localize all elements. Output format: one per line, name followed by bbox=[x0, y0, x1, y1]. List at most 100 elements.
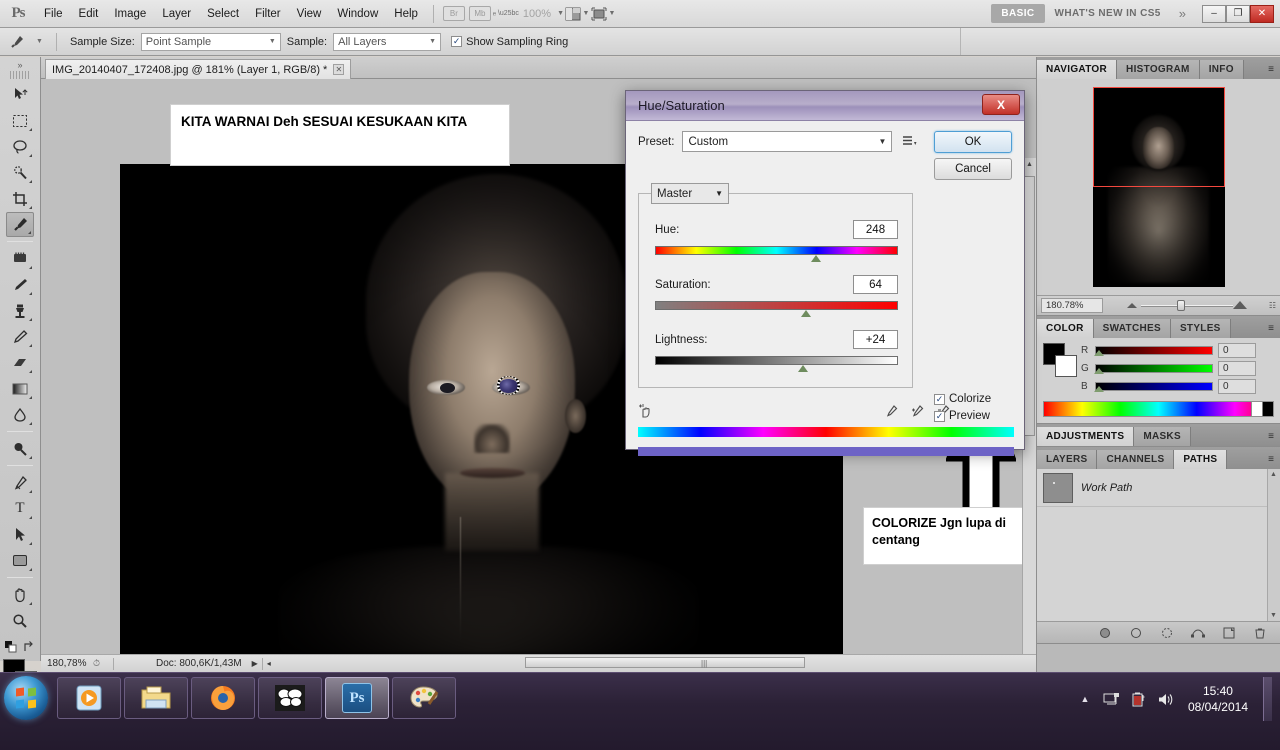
chevron-down-icon[interactable]: \u25bc bbox=[498, 10, 519, 17]
blur-tool[interactable] bbox=[6, 402, 34, 427]
new-path-icon[interactable] bbox=[1222, 626, 1236, 640]
lasso-tool[interactable] bbox=[6, 134, 34, 159]
shape-tool[interactable] bbox=[6, 548, 34, 573]
blue-slider-knob[interactable] bbox=[1094, 385, 1104, 392]
navigator-resize-grip[interactable]: ☷ bbox=[1269, 301, 1276, 310]
swap-colors-icon[interactable] bbox=[23, 641, 35, 653]
arrange-documents-icon[interactable]: ▼ bbox=[564, 4, 590, 24]
vertical-scroll-thumb[interactable] bbox=[1024, 176, 1035, 436]
tab-styles[interactable]: STYLES bbox=[1170, 319, 1231, 338]
scroll-down-icon[interactable]: ▼ bbox=[1270, 612, 1277, 619]
taskbar-photoshop[interactable]: Ps bbox=[325, 677, 389, 719]
navigator-zoom-slider[interactable] bbox=[1113, 298, 1259, 313]
history-brush-tool[interactable] bbox=[6, 324, 34, 349]
channel-select[interactable]: Master ▼ bbox=[651, 183, 729, 204]
zoom-tool[interactable] bbox=[6, 608, 34, 633]
marquee-tool[interactable] bbox=[6, 108, 34, 133]
preset-menu-icon[interactable] bbox=[900, 133, 918, 151]
colorize-checkbox[interactable]: ✓ Colorize bbox=[934, 393, 1016, 405]
lightness-slider-thumb[interactable] bbox=[798, 365, 809, 372]
workspace-more-icon[interactable]: » bbox=[1171, 6, 1194, 21]
toolbar-collapse-icon[interactable]: » bbox=[0, 59, 40, 71]
taskbar-imvu[interactable] bbox=[258, 677, 322, 719]
delete-path-icon[interactable] bbox=[1253, 626, 1267, 640]
eraser-tool[interactable] bbox=[6, 350, 34, 375]
green-slider-knob[interactable] bbox=[1094, 367, 1104, 374]
panel-menu-icon[interactable]: ≡ bbox=[1262, 450, 1280, 469]
scroll-up-icon[interactable]: ▲ bbox=[1024, 158, 1035, 171]
red-slider-knob[interactable] bbox=[1094, 349, 1104, 356]
tab-info[interactable]: INFO bbox=[1199, 60, 1244, 79]
hue-slider[interactable] bbox=[655, 246, 898, 262]
canvas-horizontal-scrollbar[interactable]: ||| bbox=[41, 654, 1036, 672]
current-tool-eyedropper-icon[interactable] bbox=[6, 32, 28, 52]
minimize-button[interactable]: – bbox=[1202, 4, 1226, 23]
tab-channels[interactable]: CHANNELS bbox=[1097, 450, 1175, 469]
menu-view[interactable]: View bbox=[289, 4, 330, 24]
volume-icon[interactable] bbox=[1157, 690, 1175, 708]
tab-paths[interactable]: PATHS bbox=[1174, 450, 1228, 469]
clone-stamp-tool[interactable] bbox=[6, 298, 34, 323]
mini-bridge-icon[interactable]: Mb bbox=[467, 4, 493, 24]
stroke-path-icon[interactable] bbox=[1129, 626, 1143, 640]
close-button[interactable]: ✕ bbox=[1250, 4, 1274, 23]
bridge-icon[interactable]: Br bbox=[441, 4, 467, 24]
menu-file[interactable]: File bbox=[36, 4, 71, 24]
magic-wand-tool[interactable] bbox=[6, 160, 34, 185]
healing-brush-tool[interactable] bbox=[6, 246, 34, 271]
zoom-slider-knob[interactable] bbox=[1177, 300, 1185, 311]
type-tool[interactable]: T bbox=[6, 496, 34, 521]
menu-select[interactable]: Select bbox=[199, 4, 247, 24]
close-icon[interactable]: ✕ bbox=[333, 64, 345, 75]
menu-image[interactable]: Image bbox=[106, 4, 154, 24]
hand-tool[interactable] bbox=[6, 582, 34, 607]
gradient-tool[interactable] bbox=[6, 376, 34, 401]
sample-size-select[interactable]: Point Sample ▼ bbox=[140, 32, 281, 51]
start-button[interactable] bbox=[4, 676, 48, 720]
tab-adjustments[interactable]: ADJUSTMENTS bbox=[1037, 427, 1135, 446]
horizontal-scroll-thumb[interactable] bbox=[525, 657, 805, 668]
scroll-up-icon[interactable]: ▲ bbox=[1270, 471, 1277, 478]
show-desktop-button[interactable] bbox=[1263, 677, 1272, 721]
path-selection-tool[interactable] bbox=[6, 522, 34, 547]
preview-checkbox[interactable]: ✓ Preview bbox=[934, 410, 1016, 422]
crop-tool[interactable] bbox=[6, 186, 34, 211]
hue-slider-thumb[interactable] bbox=[810, 255, 821, 262]
saturation-slider-thumb[interactable] bbox=[800, 310, 811, 317]
paths-scrollbar[interactable]: ▲ ▼ bbox=[1267, 469, 1280, 621]
paths-list[interactable]: Work Path ▲ ▼ bbox=[1037, 469, 1280, 621]
restore-button[interactable]: ❐ bbox=[1226, 4, 1250, 23]
chevron-down-icon[interactable]: ▼ bbox=[583, 10, 590, 17]
dialog-close-button[interactable]: X bbox=[982, 94, 1020, 115]
color-spectrum-ramp[interactable] bbox=[1043, 401, 1274, 417]
navigator-zoom-field[interactable]: 180.78% bbox=[1041, 298, 1103, 313]
color-panel-swatches[interactable] bbox=[1043, 343, 1077, 377]
green-value[interactable]: 0 bbox=[1218, 361, 1256, 376]
blue-slider[interactable] bbox=[1094, 381, 1213, 393]
tab-navigator[interactable]: NAVIGATOR bbox=[1037, 60, 1118, 79]
dialog-title-bar[interactable]: Hue/Saturation X bbox=[626, 91, 1024, 121]
list-item[interactable]: Work Path bbox=[1037, 469, 1280, 507]
network-icon[interactable] bbox=[1103, 690, 1121, 708]
screen-mode-icon[interactable]: ▼ bbox=[590, 4, 616, 24]
brush-tool[interactable] bbox=[6, 272, 34, 297]
taskbar-clock[interactable]: 15:40 08/04/2014 bbox=[1188, 683, 1248, 715]
color-background-swatch[interactable] bbox=[1055, 355, 1077, 377]
show-hidden-icons-icon[interactable]: ▲ bbox=[1076, 690, 1094, 708]
taskbar-paint[interactable] bbox=[392, 677, 456, 719]
panel-menu-icon[interactable]: ≡ bbox=[1262, 319, 1280, 338]
lightness-slider[interactable] bbox=[655, 356, 898, 372]
navigator-preview[interactable] bbox=[1037, 79, 1280, 295]
taskbar-windows-explorer[interactable] bbox=[124, 677, 188, 719]
saturation-slider[interactable] bbox=[655, 301, 898, 317]
load-selection-icon[interactable] bbox=[1160, 626, 1174, 640]
zoom-out-icon[interactable] bbox=[1127, 303, 1137, 308]
eyedropper-tool[interactable] bbox=[6, 212, 34, 237]
tab-masks[interactable]: MASKS bbox=[1134, 427, 1191, 446]
zoom-in-icon[interactable] bbox=[1232, 301, 1247, 309]
move-tool[interactable] bbox=[6, 82, 34, 107]
hue-value[interactable]: 248 bbox=[853, 220, 898, 239]
pen-tool[interactable] bbox=[6, 470, 34, 495]
workspace-basic-button[interactable]: BASIC bbox=[991, 4, 1045, 23]
ok-button[interactable]: OK bbox=[934, 131, 1012, 153]
